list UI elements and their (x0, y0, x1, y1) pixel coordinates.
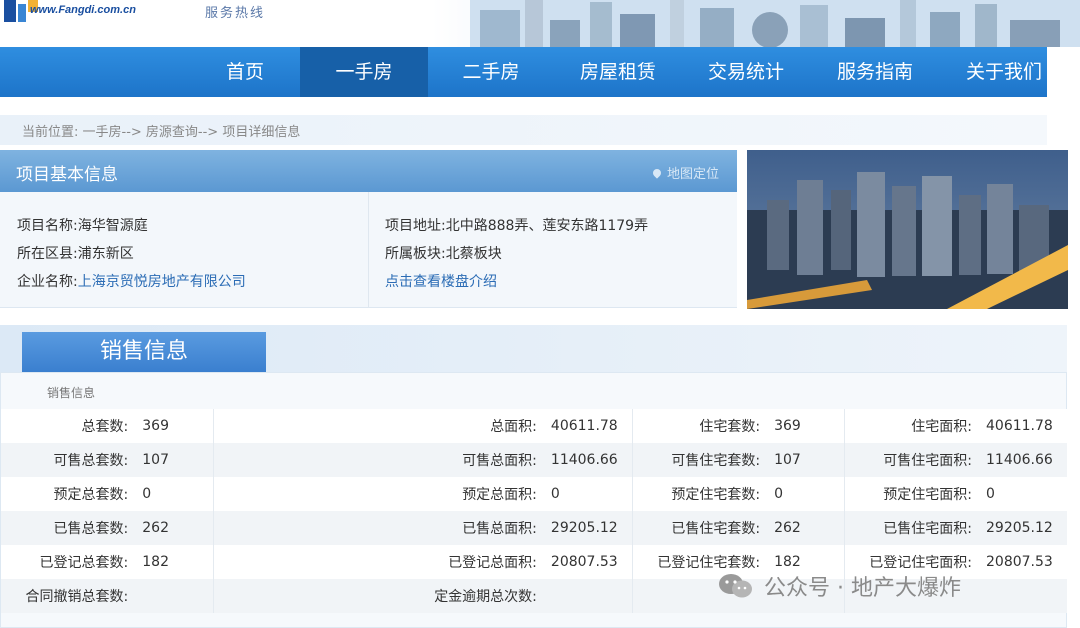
site-banner: www.Fangdi.com.cn 服务热线 (0, 0, 1080, 47)
project-name-label: 项目名称: (17, 218, 78, 234)
sales-cell-label: 预定总面积: (213, 477, 551, 511)
site-url: www.Fangdi.com.cn (30, 4, 136, 16)
sales-cell-label: 可售住宅套数: (632, 443, 775, 477)
address-value: 北中路888弄、莲安东路1179弄 (445, 218, 649, 234)
sales-cell-label: 已售总套数: (1, 511, 143, 545)
sales-cell-label: 已售住宅面积: (844, 511, 986, 545)
district-field: 所在区县:浦东新区 (17, 243, 134, 263)
address-field: 项目地址:北中路888弄、莲安东路1179弄 (385, 215, 648, 235)
sales-info-tab[interactable]: 销售信息 (22, 332, 266, 372)
sales-cell-label: 预定住宅面积: (844, 477, 986, 511)
sales-cell-label: 预定总套数: (1, 477, 143, 511)
project-info-title: 项目基本信息 (16, 165, 118, 185)
sales-cell-label: 预定住宅套数: (632, 477, 775, 511)
sales-cell-label: 可售总套数: (1, 443, 143, 477)
hotline-label: 服务热线 (205, 6, 266, 21)
sales-cell-value: 0 (774, 477, 846, 511)
sales-cell-label: 定金逾期总次数: (213, 579, 551, 613)
sales-cell-value: 29205.12 (986, 511, 1067, 545)
project-name-value: 海华智源庭 (77, 218, 148, 234)
sales-cell-label: 住宅套数: (632, 409, 775, 443)
nav-second-hand[interactable]: 二手房 (428, 47, 554, 97)
sales-cell-value: 11406.66 (986, 443, 1067, 477)
sales-cell-value: 20807.53 (550, 545, 634, 579)
district-label: 所在区县: (17, 246, 78, 262)
sales-table-row: 可售总套数: 107 可售总面积: 11406.66 可售住宅套数: 107 可售住宅面积:… (1, 443, 1067, 477)
sales-cell-label: 已售住宅套数: (632, 511, 775, 545)
sales-cell-value: 0 (550, 477, 634, 511)
sales-cell-value (986, 579, 1067, 613)
breadcrumb-bar: 当前位置: 一手房--> 房源查询--> 项目详细信息 (0, 115, 1047, 145)
sales-cell-value: 40611.78 (986, 409, 1067, 443)
sales-table-row: 预定总套数: 0 预定总面积: 0 预定住宅套数: 0 预定住宅面积: 0 (1, 477, 1067, 511)
sales-cell-value: 40611.78 (550, 409, 634, 443)
company-field: 企业名称:上海京贸悦房地产有限公司 (17, 271, 246, 291)
block-label: 所属板块: (385, 246, 446, 262)
sales-cell-value: 107 (774, 443, 846, 477)
breadcrumb: 当前位置: 一手房--> 房源查询--> 项目详细信息 (22, 125, 301, 140)
sales-cell-label: 合同撤销总套数: (1, 579, 143, 613)
block-field: 所属板块:北蔡板块 (385, 243, 502, 263)
sales-cell-label: 总面积: (213, 409, 551, 443)
sales-cell-value: 369 (774, 409, 846, 443)
company-link[interactable]: 上海京贸悦房地产有限公司 (78, 274, 246, 290)
sales-cell-value: 0 (142, 477, 215, 511)
map-locate-label: 地图定位 (666, 167, 719, 182)
main-nav: 首页 一手房 二手房 房屋租赁 交易统计 服务指南 关于我们 (0, 47, 1047, 97)
sales-cell-value: 262 (774, 511, 846, 545)
city-skyline-image (470, 0, 1080, 47)
project-intro-link[interactable]: 点击查看楼盘介绍 (385, 274, 497, 290)
project-name-field: 项目名称:海华智源庭 (17, 215, 148, 235)
sales-cell-value: 20807.53 (986, 545, 1067, 579)
wechat-icon (719, 574, 752, 598)
block-value: 北蔡板块 (445, 246, 502, 262)
watermark-text: 公众号 · 地产大爆炸 (764, 576, 961, 601)
map-pin-icon (651, 167, 663, 179)
sales-cell-value: 0 (986, 477, 1067, 511)
nav-service-guide[interactable]: 服务指南 (810, 47, 940, 97)
intro-field: 点击查看楼盘介绍 (385, 271, 497, 291)
map-locate-link[interactable]: 地图定位 (651, 163, 719, 182)
project-info-body: 项目名称:海华智源庭 所在区县:浦东新区 企业名称:上海京贸悦房地产有限公司 项… (0, 192, 737, 308)
nav-new-homes[interactable]: 一手房 (300, 47, 428, 97)
district-value: 浦东新区 (77, 246, 134, 262)
sales-table-row: 已售总套数: 262 已售总面积: 29205.12 已售住宅套数: 262 已售住宅面积:… (1, 511, 1067, 545)
address-label: 项目地址: (385, 218, 446, 234)
sales-info-sublabel: 销售信息 (47, 386, 96, 400)
nav-home[interactable]: 首页 (190, 47, 300, 97)
wechat-watermark: 公众号 · 地产大爆炸 (718, 566, 961, 606)
company-label: 企业名称: (17, 274, 78, 290)
sales-cell-value (550, 579, 634, 613)
nav-about-us[interactable]: 关于我们 (940, 47, 1068, 97)
sales-cell-label: 可售住宅面积: (844, 443, 986, 477)
nav-statistics[interactable]: 交易统计 (682, 47, 810, 97)
project-info-header: 项目基本信息 地图定位 (0, 150, 737, 192)
sales-cell-label: 已售总面积: (213, 511, 551, 545)
sales-cell-value: 29205.12 (550, 511, 634, 545)
sales-cell-label: 住宅面积: (844, 409, 986, 443)
column-divider (368, 192, 369, 308)
sales-cell-value: 11406.66 (550, 443, 634, 477)
sales-cell-value (142, 579, 215, 613)
sales-cell-label: 已登记总面积: (213, 545, 551, 579)
sales-cell-label: 已登记总套数: (1, 545, 143, 579)
sales-cell-value: 262 (142, 511, 215, 545)
project-photo (747, 150, 1068, 309)
sales-cell-value: 107 (142, 443, 215, 477)
nav-rental[interactable]: 房屋租赁 (554, 47, 682, 97)
sales-cell-value: 369 (142, 409, 215, 443)
sales-table-row: 总套数: 369 总面积: 40611.78 住宅套数: 369 住宅面积: 40611.78 (1, 409, 1067, 443)
sales-cell-value: 182 (142, 545, 215, 579)
sales-cell-label: 可售总面积: (213, 443, 551, 477)
sales-cell-label: 总套数: (1, 409, 143, 443)
